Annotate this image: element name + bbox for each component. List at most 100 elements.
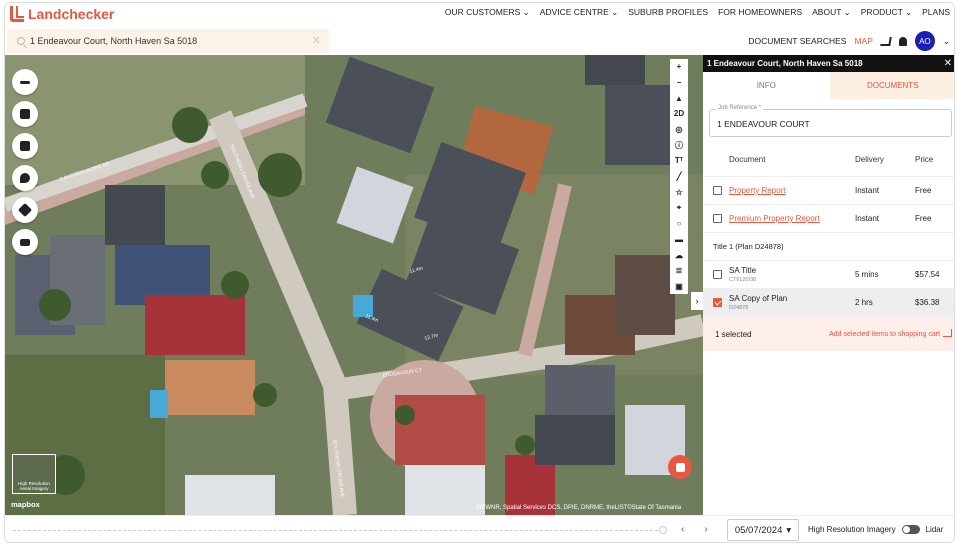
imagery-thumbnail[interactable]: High Resolution Aerial Imagery — [12, 454, 56, 494]
imagery-toggle-group: High Resolution Imagery Lidar — [808, 525, 943, 534]
image-icon[interactable]: ▣ — [670, 279, 688, 295]
property-report-checkbox[interactable] — [713, 186, 722, 195]
compare-tool-button[interactable] — [12, 69, 38, 95]
mapbox-logo: mapbox — [11, 500, 40, 509]
cart-icon[interactable] — [943, 329, 952, 337]
compare-icon — [20, 80, 30, 84]
timeline-bar: ‹ › 05/07/2024 ▾ High Resolution Imagery… — [5, 515, 954, 542]
documents-table-header: Document Delivery Price — [703, 143, 954, 177]
nav-advice-centre[interactable]: ADVICE CENTRE ⌄ — [540, 7, 618, 18]
cart-icon[interactable] — [880, 36, 892, 46]
price-value: Free — [915, 186, 932, 195]
imagery-thumbnail-label: High Resolution Aerial Imagery — [18, 481, 50, 491]
job-reference-field[interactable]: Job Reference * 1 ENDEAVOUR COURT — [709, 105, 952, 137]
col-document: Document — [729, 155, 766, 164]
price-value: $36.38 — [915, 298, 940, 307]
delivery-value: Instant — [855, 186, 880, 195]
nav-our-customers[interactable]: OUR CUSTOMERS ⌄ — [445, 7, 530, 18]
nav-suburb-profiles[interactable]: SUBURB PROFILES — [628, 7, 708, 18]
filter-icon[interactable]: ≣ — [670, 263, 688, 279]
doc-ref: D24878 — [729, 305, 749, 311]
locate-icon[interactable]: ◎ — [670, 122, 688, 138]
checklist-icon — [20, 109, 30, 119]
left-map-tools — [12, 69, 38, 255]
timeline-slider[interactable] — [13, 530, 658, 531]
table-row[interactable]: SA Title CT6120/38 5 mins $57.54 — [703, 261, 954, 289]
aerial-map[interactable]: S AUSTRALIA ONE DR SOUTHERN CROSS AVE SO… — [5, 55, 703, 515]
premium-report-link[interactable]: Premium Property Report — [729, 214, 855, 223]
location-tool-button[interactable] — [12, 165, 38, 191]
premium-report-checkbox[interactable] — [713, 214, 722, 223]
sa-title-checkbox[interactable] — [713, 270, 722, 279]
doc-cell: SA Title CT6120/38 — [729, 266, 855, 283]
timeline-handle[interactable] — [659, 526, 667, 534]
account-chevron-icon[interactable]: ⌄ — [943, 36, 950, 47]
circle-tool-icon[interactable]: ○ — [670, 216, 688, 232]
toggle-2d-button[interactable]: 2D — [670, 106, 688, 122]
zoom-out-button[interactable]: − — [670, 75, 688, 91]
panel-tabs: INFO DOCUMENTS — [703, 72, 954, 99]
search-value: 1 Endeavour Court, North Haven Sa 5018 — [30, 36, 198, 46]
main-nav: OUR CUSTOMERS ⌄ ADVICE CENTRE ⌄ SUBURB P… — [445, 7, 950, 18]
imagery-date-select[interactable]: 05/07/2024 ▾ — [727, 519, 799, 541]
nav-plans[interactable]: PLANS — [922, 7, 950, 18]
doc-ref: CT6120/38 — [729, 277, 757, 283]
search-icon — [17, 37, 25, 45]
text-tool-icon[interactable]: Tᵀ — [670, 153, 688, 169]
caret-down-icon: ▾ — [786, 524, 792, 536]
selected-count: 1 selected — [715, 329, 752, 339]
lidar-label: Lidar — [925, 525, 944, 534]
cloud-icon[interactable]: ☁ — [670, 247, 688, 263]
info-icon[interactable]: ⓘ — [670, 137, 688, 153]
star-icon[interactable]: ☆ — [670, 185, 688, 201]
report-tool-button[interactable] — [12, 133, 38, 159]
panel-header: 1 Endeavour Court, North Haven Sa 5018 ✕ — [703, 55, 954, 72]
top-nav: Landchecker OUR CUSTOMERS ⌄ ADVICE CENTR… — [5, 3, 954, 25]
line-tool-icon[interactable]: ╱ — [670, 169, 688, 185]
table-row[interactable]: SA Copy of Plan D24878 2 hrs $36.38 — [703, 289, 954, 317]
col-delivery: Delivery — [855, 155, 884, 164]
table-row[interactable]: Premium Property Report Instant Free — [703, 205, 954, 233]
avatar[interactable]: AO — [914, 31, 935, 51]
expand-toolbar-button[interactable]: › — [691, 292, 703, 310]
copy-of-plan-checkbox[interactable] — [713, 298, 722, 307]
address-search-input[interactable]: 1 Endeavour Court, North Haven Sa 5018 ✕ — [7, 29, 329, 53]
brand-name: Landchecker — [28, 6, 115, 22]
tab-info[interactable]: INFO — [703, 72, 830, 99]
landchecker-logo[interactable]: Landchecker — [10, 6, 114, 22]
map-attribution: DEWNR, Spatial Services DCS, DPIE, DNRME… — [477, 505, 682, 511]
title-section-heading: Title 1 (Plan D24878) — [703, 233, 954, 261]
area-tool-icon[interactable]: ⌖ — [670, 200, 688, 216]
timeline-arrows: ‹ › — [681, 524, 708, 535]
zoom-in-button[interactable]: + — [670, 59, 688, 75]
map-link[interactable]: MAP — [854, 36, 872, 46]
close-icon[interactable]: ✕ — [944, 58, 952, 69]
delivery-value: 5 mins — [855, 270, 879, 279]
prev-date-button[interactable]: ‹ — [681, 524, 684, 535]
next-date-button[interactable]: › — [704, 524, 707, 535]
job-reference-label: Job Reference * — [716, 105, 764, 111]
vertical-map-toolbar: + − ▲ 2D ◎ ⓘ Tᵀ ╱ ☆ ⌖ ○ ▬ ☁ ≣ ▣ — [670, 59, 688, 295]
nav-for-homeowners[interactable]: FOR HOMEOWNERS — [718, 7, 802, 18]
list-tool-button[interactable] — [12, 229, 38, 255]
add-to-cart-link[interactable]: Add selected items to shopping cart — [829, 331, 940, 338]
nav-product[interactable]: PRODUCT ⌄ — [861, 7, 912, 18]
bell-icon[interactable] — [898, 36, 907, 46]
table-row[interactable]: Property Report Instant Free — [703, 177, 954, 205]
compass-icon[interactable]: ▲ — [670, 90, 688, 106]
doc-cell: SA Copy of Plan D24878 — [729, 294, 855, 311]
lidar-toggle[interactable] — [901, 525, 920, 534]
col-price: Price — [915, 155, 934, 164]
job-reference-value: 1 ENDEAVOUR COURT — [717, 119, 810, 129]
panel-title: 1 Endeavour Court, North Haven Sa 5018 — [707, 59, 863, 68]
nav-about[interactable]: ABOUT ⌄ — [812, 7, 851, 18]
chat-button[interactable] — [668, 455, 692, 479]
search-bar-row: 1 Endeavour Court, North Haven Sa 5018 ✕… — [5, 27, 954, 54]
clear-search-icon[interactable]: ✕ — [312, 34, 321, 47]
checklist-tool-button[interactable] — [12, 101, 38, 127]
property-report-link[interactable]: Property Report — [729, 186, 855, 195]
document-searches-link[interactable]: DOCUMENT SEARCHES — [748, 36, 846, 46]
layers-tool-button[interactable] — [12, 197, 38, 223]
trash-icon[interactable]: ▬ — [670, 232, 688, 248]
tab-documents[interactable]: DOCUMENTS — [829, 72, 954, 99]
